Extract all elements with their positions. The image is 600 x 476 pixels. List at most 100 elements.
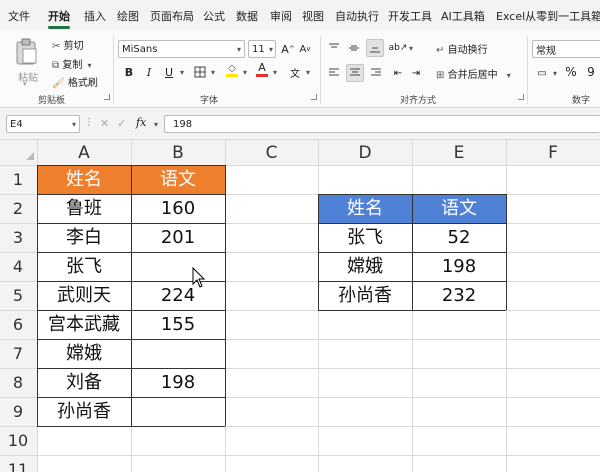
fill-color-button[interactable]: ◇: [225, 62, 239, 78]
formula-bar: E4 ▾ ⋮ ✕ ✓ fx ▾ 198: [0, 108, 600, 140]
column-header-b: B: [172, 143, 184, 163]
phonetic-button[interactable]: 文: [288, 64, 302, 80]
format-painter-button[interactable]: 🖌 格式刷: [52, 74, 98, 89]
clipboard-group-label: 剪贴板: [38, 96, 66, 106]
orientation-dropdown-icon[interactable]: ▾: [409, 44, 413, 53]
divider: [113, 36, 114, 104]
alignment-group-label: 对齐方式: [400, 96, 437, 106]
enter-icon[interactable]: ✓: [117, 117, 126, 130]
table2-header-label: 语文: [441, 198, 477, 219]
align-middle-icon: [349, 45, 359, 51]
align-center-button[interactable]: [346, 64, 364, 82]
font-color-button[interactable]: A: [255, 61, 269, 77]
copy-button[interactable]: ⧉ 复制 ▾: [52, 56, 92, 71]
merge-center-button[interactable]: ⊞ 合并后居中 ▾: [436, 66, 511, 81]
tab-review[interactable]: 审阅: [270, 8, 292, 24]
number-format-select[interactable]: 常规: [532, 40, 600, 58]
comma-style-button[interactable]: 9: [584, 64, 598, 80]
tab-data[interactable]: 数据: [236, 8, 258, 24]
grid-canvas[interactable]: A B C D E F1234567891011姓名 语文鲁班 160李白 201张飞武则天 22…: [0, 140, 600, 476]
borders-button[interactable]: [193, 64, 207, 80]
spreadsheet-grid[interactable]: A B C D E F 1 2 3 4 5 6 7 8 9 10 11 姓名 语文 鲁班 160 李白 201 张飞 武则天 22…: [0, 140, 600, 476]
tab-excel-toolbox[interactable]: Excel从零到一工具箱: [496, 8, 600, 24]
divider: [320, 36, 321, 104]
tab-insert[interactable]: 插入: [84, 8, 106, 24]
align-bottom-button[interactable]: [366, 39, 384, 57]
format-painter-label: 格式刷: [67, 78, 98, 89]
currency-dropdown-icon[interactable]: ▾: [553, 69, 557, 78]
align-top-button[interactable]: [326, 40, 342, 56]
wrap-text-button[interactable]: ↵ 自动换行: [436, 41, 488, 56]
column-header-c: C: [266, 143, 278, 163]
percent-button[interactable]: %: [564, 64, 578, 80]
number-format-value: 常规: [536, 45, 556, 57]
cut-button[interactable]: ✂ 剪切: [52, 37, 84, 52]
font-name-select[interactable]: MiSans ▾: [118, 40, 245, 58]
grow-font-button[interactable]: A ^: [281, 41, 295, 57]
orientation-icon: ab↗: [388, 43, 408, 53]
tab-automate[interactable]: 自动执行: [335, 8, 379, 24]
row-header-3: 3: [13, 228, 23, 247]
borders-icon: [194, 66, 206, 78]
italic-button[interactable]: I: [142, 64, 156, 80]
paste-icon: [16, 38, 37, 65]
font-color-dropdown-icon[interactable]: ▾: [273, 68, 277, 77]
decrease-indent-button[interactable]: ⇤: [390, 65, 406, 81]
copy-dropdown-icon[interactable]: ▾: [88, 61, 92, 70]
paste-button[interactable]: 粘贴 ▾: [12, 36, 42, 88]
clipboard-launcher-icon[interactable]: [104, 94, 110, 100]
tab-developer[interactable]: 开发工具: [388, 8, 432, 24]
fill-color-dropdown-icon[interactable]: ▾: [243, 68, 247, 77]
table1-cell[interactable]: [131, 339, 225, 368]
copy-label: 复制: [62, 60, 83, 71]
align-left-button[interactable]: [326, 65, 342, 81]
table1-cell[interactable]: [131, 397, 225, 426]
merge-icon: ⊞: [436, 70, 445, 81]
orientation-button[interactable]: ab↗: [388, 40, 408, 56]
tab-page-layout[interactable]: 页面布局: [150, 8, 194, 24]
tab-draw[interactable]: 绘图: [117, 8, 139, 24]
shrink-font-button[interactable]: Av: [298, 41, 312, 57]
row-header-6: 6: [13, 315, 23, 334]
table2-cell-value: 孙尚香: [338, 285, 392, 306]
tab-home[interactable]: 开始: [48, 8, 70, 24]
align-left-icon: [329, 68, 339, 76]
currency-button[interactable]: ▭: [534, 65, 550, 81]
column-header-d: D: [358, 143, 371, 163]
formula-input[interactable]: 198: [164, 115, 600, 133]
bold-button[interactable]: B: [122, 64, 136, 80]
copy-icon: ⧉: [52, 60, 60, 71]
cancel-icon[interactable]: ✕: [100, 117, 109, 130]
align-right-button[interactable]: [368, 65, 384, 81]
font-size-select[interactable]: 11 ▾: [248, 40, 276, 58]
chevron-down-icon: ▾: [71, 119, 76, 129]
merge-dropdown-icon[interactable]: ▾: [507, 71, 511, 80]
row-header-2: 2: [13, 199, 23, 218]
insert-function-icon[interactable]: fx: [136, 116, 146, 129]
alignment-launcher-icon[interactable]: [518, 94, 524, 100]
row-header-11: 11: [8, 460, 28, 472]
underline-button[interactable]: U: [162, 64, 176, 80]
paste-dropdown-icon[interactable]: ▾: [23, 80, 27, 88]
tab-file[interactable]: 文件: [8, 8, 30, 24]
font-color-icon: A: [258, 60, 266, 74]
table1-header-label: 语文: [160, 169, 196, 190]
more-options-icon[interactable]: ⋮: [84, 117, 94, 128]
align-middle-button[interactable]: [346, 40, 362, 56]
table1-cell[interactable]: [131, 252, 225, 281]
phonetic-dropdown-icon[interactable]: ▾: [306, 68, 310, 77]
column-header-e: E: [454, 143, 465, 163]
font-launcher-icon[interactable]: [311, 94, 317, 100]
table1-cell-value: 武则天: [57, 285, 111, 306]
tab-ai-toolbox[interactable]: AI工具箱: [441, 8, 485, 24]
function-dropdown-icon[interactable]: ▾: [154, 120, 158, 129]
underline-dropdown-icon[interactable]: ▾: [180, 68, 184, 77]
name-box-value: E4: [10, 118, 23, 130]
increase-indent-button[interactable]: ⇥: [408, 65, 424, 81]
name-box[interactable]: E4 ▾: [6, 115, 80, 133]
decrease-indent-icon: ⇤: [393, 67, 403, 79]
tab-formulas[interactable]: 公式: [203, 8, 225, 24]
row-header-1: 1: [13, 170, 23, 189]
tab-view[interactable]: 视图: [302, 8, 324, 24]
borders-dropdown-icon[interactable]: ▾: [211, 68, 215, 77]
